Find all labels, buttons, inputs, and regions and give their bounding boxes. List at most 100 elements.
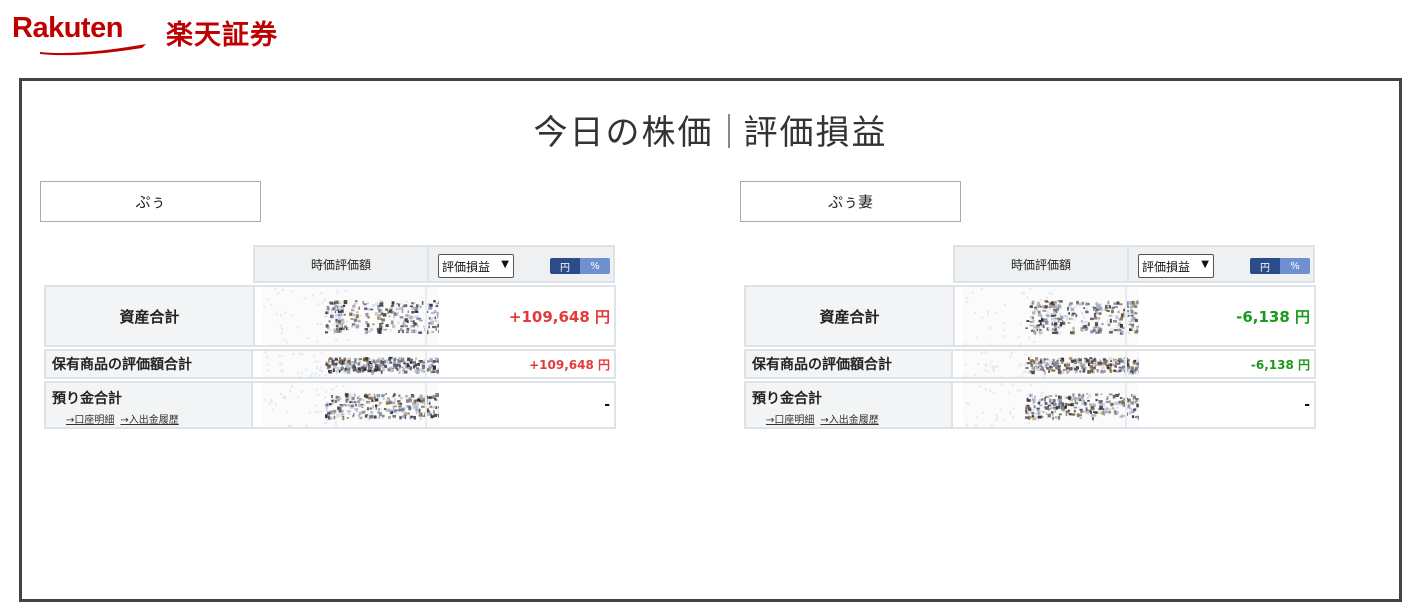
noise-pixel — [974, 312, 976, 314]
noise-pixel — [1027, 416, 1031, 420]
display-mode-select[interactable]: 評価損益 ▼ — [438, 254, 514, 278]
noise-pixel — [309, 375, 312, 377]
noise-pixel — [355, 300, 358, 302]
noise-pixel — [1121, 404, 1124, 407]
noise-pixel — [429, 405, 433, 409]
noise-pixel — [1042, 361, 1046, 363]
account-detail-link[interactable]: →口座明細 — [66, 415, 114, 426]
noise-pixel — [283, 339, 286, 342]
noise-pixel — [299, 353, 302, 356]
noise-pixel — [1138, 324, 1139, 328]
account-detail-link[interactable]: →口座明細 — [766, 415, 814, 426]
noise-pixel — [362, 399, 365, 402]
noise-pixel — [414, 315, 419, 319]
noise-pixel — [1136, 362, 1139, 365]
noise-pixel — [1068, 312, 1070, 315]
noise-pixel — [1029, 305, 1033, 308]
blurred-value-image — [263, 287, 439, 345]
noise-pixel — [435, 305, 439, 307]
display-mode-value: 評価損益 — [1142, 259, 1191, 274]
noise-pixel — [358, 306, 360, 310]
noise-pixel — [971, 291, 974, 294]
noise-pixel — [1055, 394, 1058, 397]
noise-pixel — [1058, 413, 1062, 416]
noise-pixel — [1116, 324, 1119, 328]
noise-pixel — [369, 407, 373, 410]
noise-pixel — [413, 302, 416, 305]
noise-pixel — [1059, 322, 1064, 325]
noise-pixel — [1094, 414, 1097, 417]
noise-pixel — [1100, 393, 1103, 395]
noise-pixel — [1048, 368, 1052, 372]
noise-pixel — [338, 329, 342, 333]
noise-pixel — [438, 364, 439, 369]
noise-pixel — [1068, 356, 1072, 360]
rakuten-logo[interactable]: Rakuten 楽天証券 — [12, 8, 312, 56]
noise-pixel — [1059, 315, 1064, 319]
noise-pixel — [327, 306, 330, 311]
display-mode-select[interactable]: 評価損益 ▼ — [1138, 254, 1214, 278]
noise-pixel — [1072, 312, 1076, 315]
account-name: ぷぅ妻 — [740, 181, 961, 222]
noise-pixel — [1138, 369, 1139, 373]
blurred-noise-icon — [264, 351, 439, 377]
noise-pixel — [410, 329, 414, 334]
noise-pixel — [409, 305, 414, 308]
noise-pixel — [1058, 401, 1062, 404]
column-divider — [1125, 383, 1127, 427]
noise-pixel — [1047, 409, 1050, 411]
percent-toggle-button[interactable]: % — [580, 258, 610, 274]
noise-pixel — [292, 353, 295, 356]
noise-pixel — [408, 399, 411, 402]
noise-pixel — [1131, 398, 1135, 402]
deposit-history-link[interactable]: →入出金履歴 — [820, 415, 878, 426]
percent-toggle-button[interactable]: % — [1280, 258, 1310, 274]
noise-pixel — [406, 365, 409, 368]
noise-pixel — [332, 368, 335, 372]
noise-pixel — [374, 396, 376, 400]
noise-pixel — [1064, 315, 1068, 318]
noise-pixel — [1073, 409, 1076, 413]
noise-pixel — [342, 327, 345, 331]
noise-pixel — [1129, 305, 1134, 308]
noise-pixel — [1114, 306, 1118, 308]
column-divider — [425, 351, 427, 377]
noise-pixel — [1046, 310, 1049, 313]
noise-pixel — [1090, 403, 1094, 405]
logo-japanese: 楽天証券 — [166, 20, 278, 51]
noise-pixel — [1056, 405, 1061, 409]
deposit-history-link[interactable]: →入出金履歴 — [120, 415, 178, 426]
noise-pixel — [1118, 366, 1121, 369]
noise-pixel — [414, 369, 418, 373]
noise-pixel — [1070, 360, 1074, 363]
noise-pixel — [324, 396, 326, 399]
noise-pixel — [1079, 416, 1082, 419]
noise-pixel — [331, 395, 334, 398]
table-row-deposit-total: 預り金合計 →口座明細 →入出金履歴 - — [744, 381, 1316, 429]
noise-pixel — [1012, 407, 1015, 410]
yen-toggle-button[interactable]: 円 — [550, 258, 580, 274]
noise-pixel — [1050, 301, 1054, 305]
noise-pixel — [1074, 367, 1078, 370]
noise-pixel — [1002, 322, 1005, 325]
yen-toggle-button[interactable]: 円 — [1250, 258, 1280, 274]
noise-pixel — [418, 408, 421, 413]
deposit-links: →口座明細 →入出金履歴 — [766, 411, 885, 426]
noise-pixel — [396, 311, 399, 316]
noise-pixel — [438, 329, 439, 333]
noise-pixel — [1074, 370, 1078, 374]
noise-pixel — [1051, 329, 1055, 332]
noise-pixel — [380, 312, 384, 316]
noise-pixel — [1069, 367, 1073, 371]
noise-pixel — [1057, 320, 1060, 323]
noise-pixel — [1079, 414, 1082, 417]
noise-pixel — [392, 324, 396, 329]
noise-pixel — [1074, 358, 1077, 363]
noise-pixel — [401, 371, 404, 374]
noise-pixel — [1090, 330, 1094, 334]
noise-pixel — [1046, 394, 1049, 398]
noise-pixel — [416, 363, 420, 366]
noise-pixel — [1042, 368, 1045, 372]
noise-pixel — [1035, 360, 1038, 363]
noise-pixel — [1086, 358, 1090, 362]
